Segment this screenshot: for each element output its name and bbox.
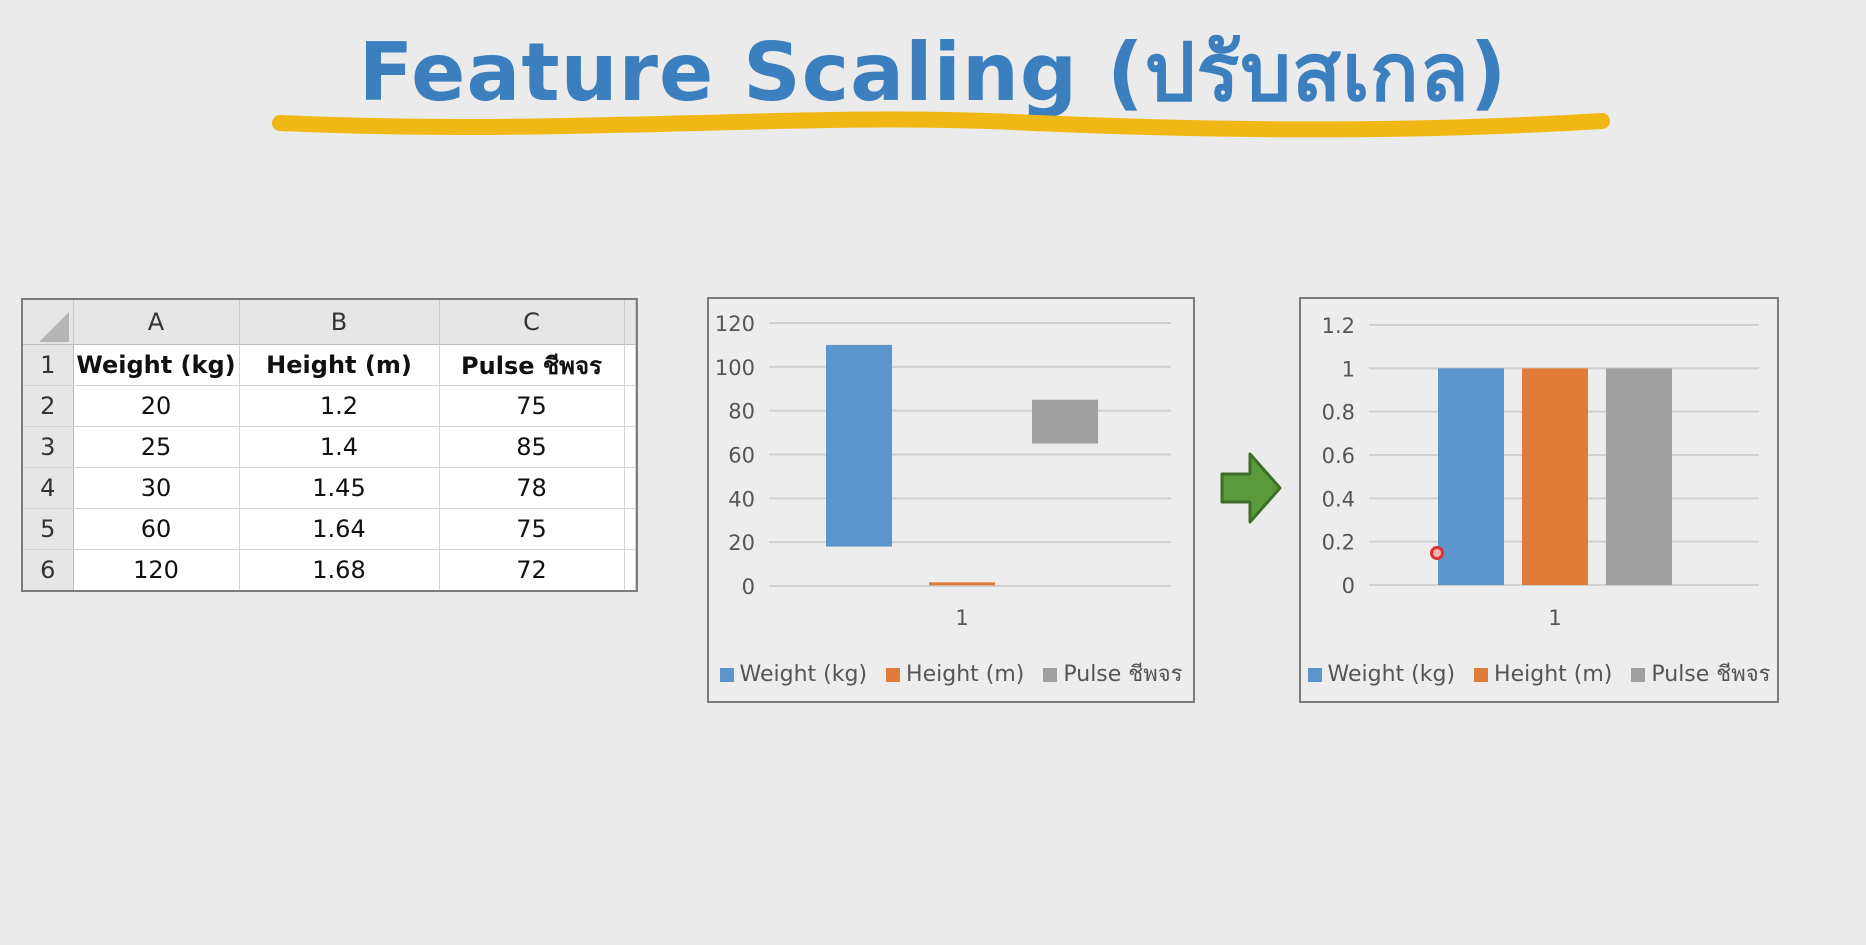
legend-item-height: Height (m) [886,662,1024,687]
scaled-y-tick-label: 1.2 [1322,314,1355,338]
column-header-c[interactable]: C [439,300,625,345]
cell-b4[interactable]: 1.45 [239,467,440,509]
cell-c2[interactable]: 75 [439,385,625,427]
cell-b3[interactable]: 1.4 [239,426,440,468]
cell-a1[interactable]: Weight (kg) [73,344,240,386]
legend-item-weight: Weight (kg) [719,662,868,687]
cell-c4[interactable]: 78 [439,467,625,509]
select-all-corner[interactable] [23,300,74,345]
cell-a3[interactable]: 25 [73,426,240,468]
cell-c5[interactable]: 75 [439,508,625,550]
cell-b6[interactable]: 1.68 [239,549,440,590]
cell-b1[interactable]: Height (m) [239,344,440,386]
legend-item-height-scaled: Height (m) [1474,662,1612,687]
row-header-6[interactable]: 6 [23,549,74,590]
cell-a5[interactable]: 60 [73,508,240,550]
mouse-pointer [1430,546,1444,560]
scaled-bar-2[interactable] [1606,368,1672,585]
cell-d5[interactable] [624,508,636,550]
orig-y-tick-label: 60 [728,444,755,468]
legend-label-weight: Weight (kg) [739,662,868,687]
legend-swatch-height [886,668,901,682]
scaled-y-tick-label: 0 [1342,574,1355,598]
orig-bar-0[interactable] [826,344,892,547]
cell-a6[interactable]: 120 [73,549,240,590]
orig-bar-2[interactable] [1032,399,1098,444]
orig-y-tick-label: 120 [715,312,755,336]
cell-b2[interactable]: 1.2 [239,385,440,427]
legend-label-height-scaled: Height (m) [1494,662,1613,687]
chart-original-legend: Weight (kg) Height (m) Pulse ชีพจร [709,656,1193,691]
scaled-category-label: 1 [1548,606,1561,630]
orig-y-tick-label: 100 [715,356,755,380]
chart-scaled-legend: Weight (kg) Height (m) Pulse ชีพจร [1301,656,1777,691]
cell-d3[interactable] [624,426,636,468]
legend-swatch-weight [719,668,734,682]
chart-scaled[interactable]: 0 0.2 0.4 0.6 0.8 1 1.2 1 Weight (kg) Height (m… [1299,297,1779,703]
scaled-bar-0[interactable] [1438,368,1504,585]
row-header-3[interactable]: 3 [23,426,74,468]
row-header-4[interactable]: 4 [23,467,74,509]
cell-c6[interactable]: 72 [439,549,625,590]
scaled-bar-1[interactable] [1522,368,1588,585]
scaled-y-tick-label: 0.8 [1322,401,1355,425]
chart-scaled-svg: 0 0.2 0.4 0.6 0.8 1 1.2 1 [1322,314,1759,630]
legend-item-pulse-scaled: Pulse ชีพจร [1631,656,1770,691]
cell-b5[interactable]: 1.64 [239,508,440,550]
legend-label-weight-scaled: Weight (kg) [1327,662,1456,687]
orig-bar-1[interactable] [929,582,995,586]
spreadsheet: A B C 1 Weight (kg) Height (m) Pulse ชีพ… [21,298,638,592]
cell-d2[interactable] [624,385,636,427]
cell-d1[interactable] [624,344,636,386]
row-header-5[interactable]: 5 [23,508,74,550]
row-header-2[interactable]: 2 [23,385,74,427]
legend-item-pulse: Pulse ชีพจร [1043,656,1182,691]
orig-category-label: 1 [955,606,968,630]
cell-d4[interactable] [624,467,636,509]
scaled-y-tick-label: 0.4 [1322,487,1355,511]
scaled-y-tick-label: 1 [1342,357,1355,381]
cell-a4[interactable]: 30 [73,467,240,509]
cell-c1[interactable]: Pulse ชีพจร [439,344,625,386]
scaled-y-tick-label: 0.2 [1322,531,1355,555]
legend-swatch-pulse [1043,668,1058,682]
column-header-a[interactable]: A [73,300,240,345]
cell-c3[interactable]: 85 [439,426,625,468]
orig-y-tick-label: 40 [728,487,755,511]
legend-label-pulse: Pulse ชีพจร [1063,662,1183,687]
scaled-y-tick-label: 0.6 [1322,444,1355,468]
legend-label-height: Height (m) [906,662,1025,687]
chart-original-svg: 0 20 40 60 80 100 120 1 [715,312,1171,630]
row-header-1[interactable]: 1 [23,344,74,386]
legend-swatch-weight-scaled [1307,668,1322,682]
orig-y-tick-label: 20 [728,531,755,555]
legend-swatch-pulse-scaled [1631,668,1646,682]
cell-a2[interactable]: 20 [73,385,240,427]
legend-swatch-height-scaled [1474,668,1489,682]
arrow-right-icon [1220,452,1282,524]
title-underline [272,111,1610,138]
orig-y-tick-label: 80 [728,400,755,424]
chart-original-scale[interactable]: 0 20 40 60 80 100 120 1 Weight (kg) Height (m) … [707,297,1195,703]
legend-label-pulse-scaled: Pulse ชีพจร [1651,662,1771,687]
column-header-blank[interactable] [624,300,636,345]
column-header-b[interactable]: B [239,300,440,345]
legend-item-weight-scaled: Weight (kg) [1307,662,1456,687]
cell-d6[interactable] [624,549,636,590]
orig-y-tick-label: 0 [742,575,755,599]
